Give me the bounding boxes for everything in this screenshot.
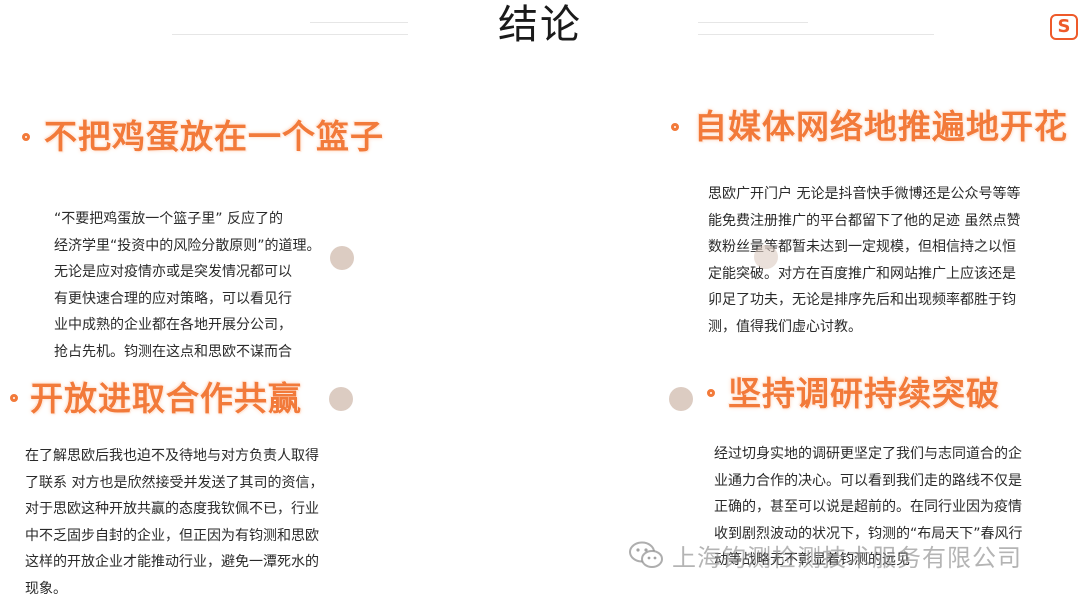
paragraph-line: “不要把鸡蛋放一个篮子里” 反应了的 [54, 211, 283, 227]
decor-circle [754, 245, 778, 269]
paragraph-line: 经济学里“投资中的风险分散原则”的道理。 [54, 237, 321, 254]
section-heading-1: 不把鸡蛋放在一个篮子 [44, 117, 384, 156]
title-divider-right [698, 34, 934, 35]
app-logo-icon: S [1050, 14, 1078, 40]
paragraph-line: 中不乏固步自封的企业，但正因为有钧测和思欧 [25, 527, 319, 544]
bullet-dot-2 [671, 123, 679, 131]
decor-circle [330, 246, 354, 270]
title-divider-right-short [698, 22, 808, 23]
paragraph-line: 现象。 [25, 580, 67, 597]
paragraph-line: 有更快速合理的应对策略，可以看见行 [54, 290, 292, 307]
bullet-dot-1 [22, 133, 30, 141]
section-paragraph-3: 在了解思欧后我也迫不及待地与对方负责人取得 了联系 对方也是欣然接受并发送了其司… [25, 443, 323, 602]
section-heading-3: 开放进取合作共赢 [30, 379, 302, 418]
decor-circle [669, 387, 693, 411]
paragraph-line: 在了解思欧后我也迫不及待地与对方负责人取得 [25, 448, 319, 464]
section-paragraph-1: “不要把鸡蛋放一个篮子里” 反应了的 经济学里“投资中的风险分散原则”的道理。 … [54, 206, 321, 365]
paragraph-line: 能免费注册推广的平台都留下了他的足迹 虽然点赞 [708, 212, 1021, 229]
paragraph-line: 了联系 对方也是欣然接受并发送了其司的资信， [25, 474, 324, 491]
paragraph-line: 无论是应对疫情亦或是突发情况都可以 [54, 264, 292, 280]
paragraph-line: 正确的，甚至可以说是超前的。在同行业因为疫情 [714, 499, 1022, 515]
paragraph-line: 卯足了功夫，无论是排序先后和出现频率都胜于钧 [708, 292, 1016, 308]
paragraph-line: 定能突破。对方在百度推广和网站推广上应该还是 [708, 265, 1016, 282]
paragraph-line: 这样的开放企业才能推动行业，避免一潭死水的 [25, 554, 319, 570]
title-divider-left [172, 34, 408, 35]
title-divider-left-short [310, 22, 408, 23]
bullet-dot-4 [707, 389, 715, 397]
paragraph-line: 抢占先机。钧测在这点和思欧不谋而合 [54, 343, 292, 360]
section-heading-2: 自媒体网络地推遍地开花 [694, 107, 1068, 146]
watermark-text: 上海钧测检测技术服务有限公司 [672, 543, 1022, 572]
paragraph-line: 测，值得我们虚心讨教。 [708, 318, 862, 335]
paragraph-line: 对于思欧这种开放共赢的态度我钦佩不已，行业 [25, 501, 319, 517]
paragraph-line: 业中成熟的企业都在各地开展分公司， [54, 317, 292, 333]
watermark: 上海钧测检测技术服务有限公司 [628, 535, 1022, 575]
page-title: 结论 [498, 2, 582, 48]
wechat-icon [629, 541, 663, 568]
paragraph-line: 业通力合作的决心。可以看到我们走的路线不仅是 [714, 472, 1022, 489]
bullet-dot-3 [10, 394, 18, 402]
decor-circle [329, 387, 353, 411]
paragraph-line: 经过切身实地的调研更坚定了我们与志同道合的企 [714, 446, 1022, 462]
paragraph-line: 思欧广开门户 无论是抖音快手微博还是公众号等等 [708, 186, 1021, 202]
section-heading-4: 坚持调研持续突破 [728, 374, 1000, 413]
